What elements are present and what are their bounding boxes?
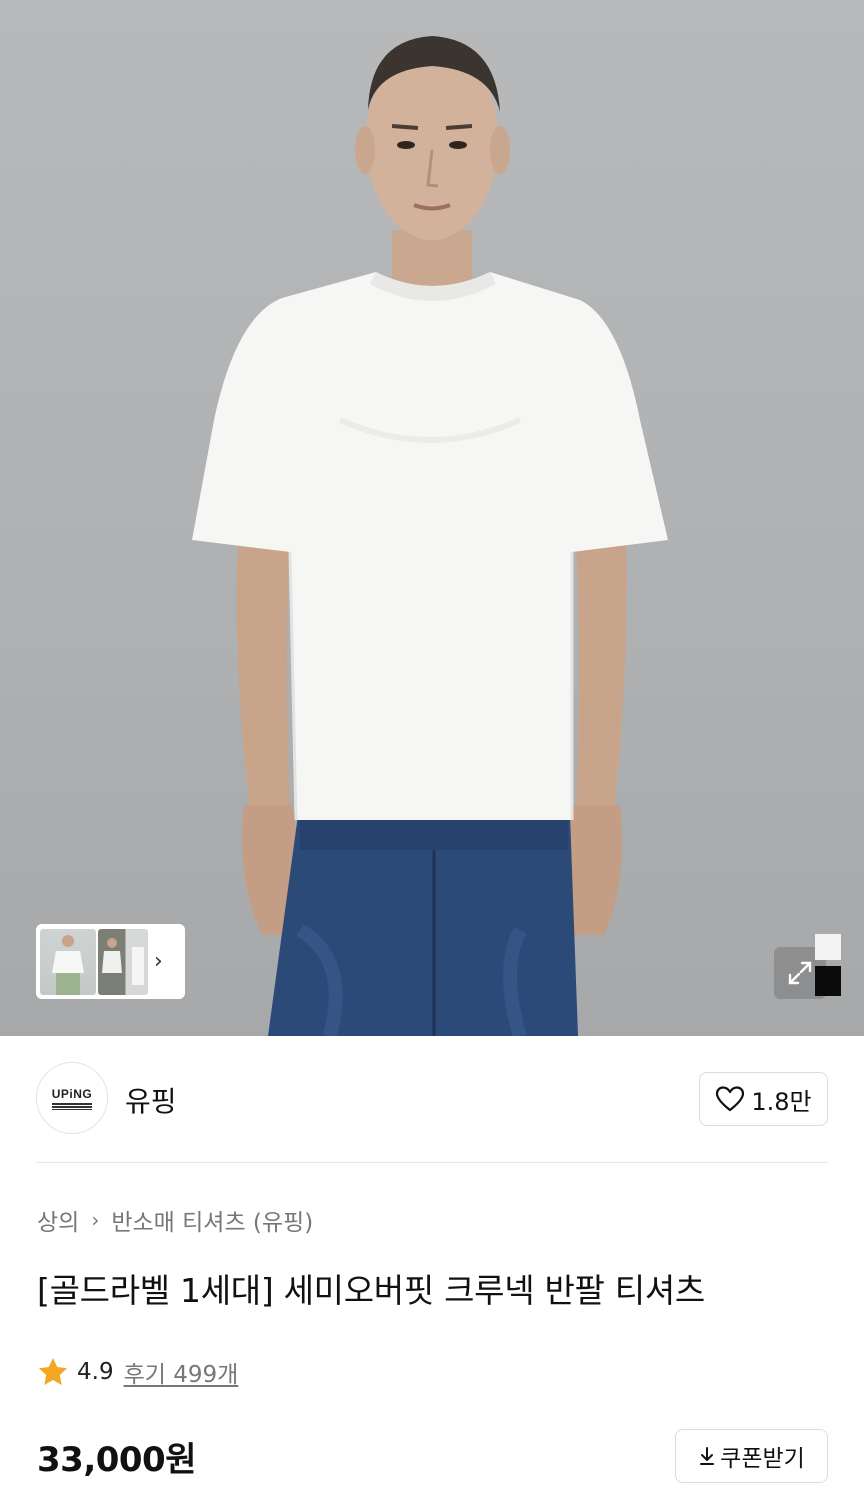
chevron-right-icon[interactable]: › bbox=[154, 950, 163, 973]
heart-icon bbox=[716, 1086, 745, 1112]
thumbnail-front[interactable] bbox=[40, 928, 96, 995]
model-photo bbox=[192, 36, 668, 1036]
product-hero-image[interactable]: › bbox=[0, 0, 864, 1036]
download-icon bbox=[700, 1447, 715, 1465]
like-button[interactable]: 1.8만 bbox=[699, 1072, 828, 1126]
brand-logo-text: UPiNG bbox=[51, 1086, 93, 1101]
brand-logo[interactable]: UPiNG bbox=[36, 1062, 108, 1134]
expand-icon bbox=[788, 961, 812, 985]
rating-row: 4.9 후기 499개 bbox=[37, 1355, 238, 1389]
reviews-link[interactable]: 후기 499개 bbox=[124, 1355, 239, 1389]
coupon-label: 쿠폰받기 bbox=[720, 1446, 805, 1472]
brand-logo-bars bbox=[52, 1102, 92, 1110]
price: 33,000원 bbox=[37, 1440, 196, 1480]
like-count: 1.8만 bbox=[751, 1087, 812, 1116]
chevron-right-icon: › bbox=[91, 1208, 100, 1232]
color-swatch-black[interactable] bbox=[815, 966, 841, 996]
coupon-button[interactable]: 쿠폰받기 bbox=[675, 1429, 828, 1483]
color-swatch-white[interactable] bbox=[815, 934, 841, 960]
thumbnail-strip[interactable]: › bbox=[36, 924, 185, 999]
star-icon bbox=[39, 1358, 67, 1385]
divider bbox=[36, 1162, 828, 1163]
breadcrumb-category[interactable]: 상의 bbox=[37, 1203, 79, 1237]
breadcrumb: 상의 › 반소매 티셔츠 (유핑) bbox=[37, 1203, 313, 1237]
rating-value: 4.9 bbox=[77, 1359, 114, 1385]
thumbnail-side[interactable] bbox=[98, 928, 148, 995]
breadcrumb-subcategory[interactable]: 반소매 티셔츠 (유핑) bbox=[111, 1203, 313, 1237]
brand-row: UPiNG 유핑 1.8만 bbox=[36, 1062, 828, 1134]
product-title: [골드라벨 1세대] 세미오버핏 크루넥 반팔 티셔츠 bbox=[37, 1271, 705, 1310]
brand-name[interactable]: 유핑 bbox=[125, 1080, 177, 1120]
